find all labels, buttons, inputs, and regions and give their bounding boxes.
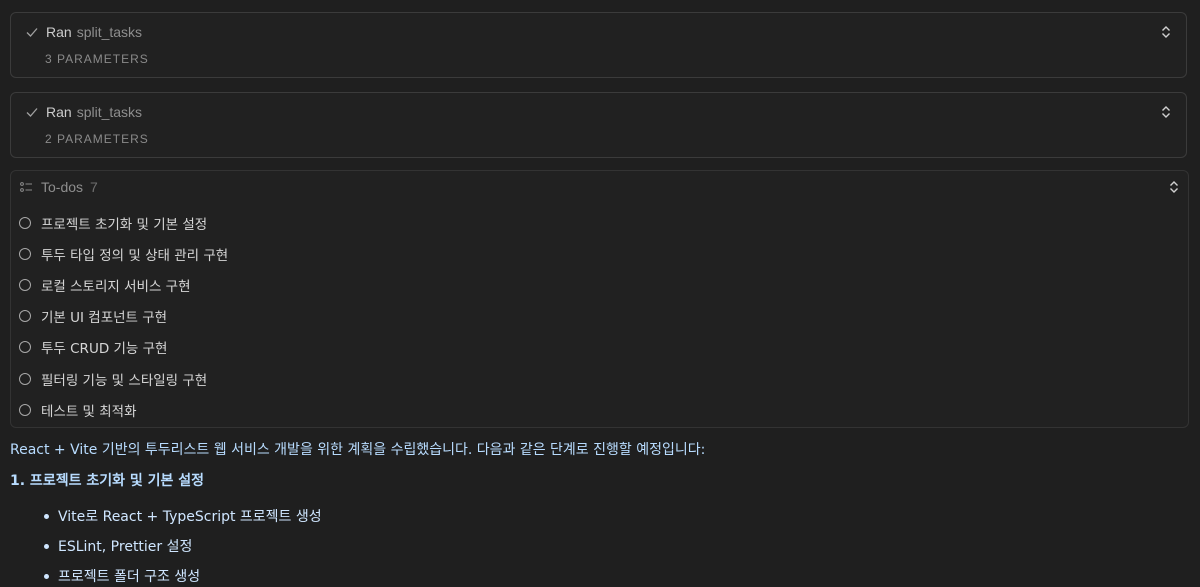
todo-item-label: 투두 타입 정의 및 상태 관리 구현 [41,247,229,264]
todo-item[interactable]: 프로젝트 초기화 및 기본 설정 [19,207,228,238]
circle-icon[interactable] [19,310,31,323]
todo-item-label: 투두 CRUD 기능 구현 [41,341,168,358]
todo-title: To-dos [41,179,84,195]
todo-item[interactable]: 테스트 및 최적화 [19,394,228,425]
chevron-up-down-icon[interactable] [1160,25,1172,39]
bullet-dot [44,573,49,579]
todo-item-label: 필터링 기능 및 스타일링 구현 [41,372,208,389]
circle-icon[interactable] [19,247,31,260]
tool-call-header: Ran split_tasks [25,23,142,41]
assistant-message: React + Vite 기반의 투두리스트 웹 서비스 개발을 위한 계획을 … [10,440,705,587]
bullet-dot [44,543,49,549]
circle-icon[interactable] [19,341,31,354]
section-heading: 1. 프로젝트 초기화 및 기본 설정 [10,473,204,489]
tool-call-card[interactable]: Ran split_tasks 2 PARAMETERS [10,92,1187,158]
bullet-text: ESLint, Prettier 설정 [58,539,193,555]
bullet-text: Vite로 React + TypeScript 프로젝트 생성 [58,509,322,525]
message-intro: React + Vite 기반의 투두리스트 웹 서비스 개발을 위한 계획을 … [10,442,706,458]
bullet-list: Vite로 React + TypeScript 프로젝트 생성 ESLint,… [10,501,705,587]
bullet-dot [44,513,49,519]
todo-card[interactable]: To-dos 7 프로젝트 초기화 및 기본 설정 투두 타입 정의 및 상태 … [10,170,1189,428]
todo-header: To-dos 7 [20,178,98,196]
bullet-item: ESLint, Prettier 설정 [10,531,705,561]
list-icon [20,182,32,192]
tool-status-label: Ran [46,24,72,40]
tool-name: split_tasks [76,24,143,40]
chat-panel: Ran split_tasks 3 PARAMETERS Ran split_t… [0,0,1200,587]
check-icon [26,28,38,37]
chevron-up-down-icon[interactable] [1168,180,1180,194]
circle-icon[interactable] [19,278,31,291]
todo-item[interactable]: 투두 CRUD 기능 구현 [19,332,228,363]
parameter-count: 2 PARAMETERS [45,132,149,146]
tool-name: split_tasks [76,104,143,120]
bullet-item: Vite로 React + TypeScript 프로젝트 생성 [10,501,705,531]
todo-item[interactable]: 로컬 스토리지 서비스 구현 [19,269,228,300]
parameter-count: 3 PARAMETERS [45,52,149,66]
circle-icon[interactable] [19,216,31,229]
circle-icon[interactable] [19,372,31,385]
todo-list: 프로젝트 초기화 및 기본 설정 투두 타입 정의 및 상태 관리 구현 로컬 … [19,207,228,425]
todo-count: 7 [90,179,98,195]
tool-call-card[interactable]: Ran split_tasks 3 PARAMETERS [10,12,1187,78]
check-icon [26,108,38,117]
chevron-up-down-icon[interactable] [1160,105,1172,119]
todo-item-label: 프로젝트 초기화 및 기본 설정 [41,216,208,233]
todo-item[interactable]: 필터링 기능 및 스타일링 구현 [19,363,228,394]
todo-item[interactable]: 투두 타입 정의 및 상태 관리 구현 [19,238,228,269]
todo-item[interactable]: 기본 UI 컴포넌트 구현 [19,301,228,332]
circle-icon[interactable] [19,403,31,416]
bullet-item: 프로젝트 폴더 구조 생성 [10,561,705,587]
tool-call-header: Ran split_tasks [25,103,142,121]
todo-item-label: 테스트 및 최적화 [41,403,137,420]
todo-item-label: 로컬 스토리지 서비스 구현 [41,278,191,295]
tool-status-label: Ran [46,104,72,120]
bullet-text: 프로젝트 폴더 구조 생성 [58,569,201,585]
todo-item-label: 기본 UI 컴포넌트 구현 [41,310,168,327]
